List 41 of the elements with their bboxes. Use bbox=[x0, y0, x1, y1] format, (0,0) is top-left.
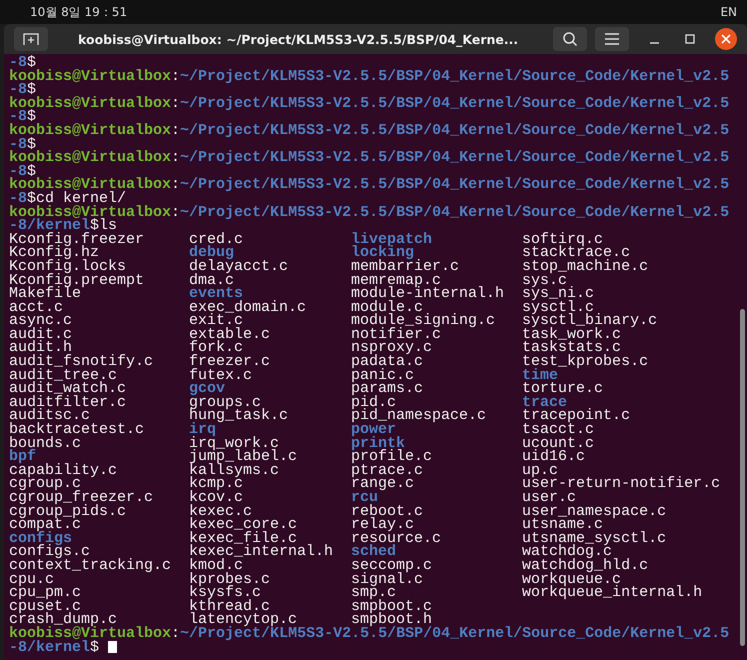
prompt-line: -8/kernel$ls bbox=[9, 219, 118, 233]
prompt-line: -8/kernel$ bbox=[9, 640, 100, 654]
file-name: Kconfig.freezer bbox=[9, 230, 144, 248]
prompt-line: koobiss@Virtualbox:~/Project/KLM5S3-V2.5.5/BSP/04_Kernel/Source_Code/Kernel_v2.5 bbox=[9, 626, 730, 641]
scrollbar-thumb[interactable] bbox=[740, 309, 745, 646]
new-tab-icon bbox=[23, 32, 39, 46]
prompt-line: koobiss@Virtualbox:~/Project/KLM5S3-V2.5.5/BSP/04_Kernel/Source_Code/Kernel_v2.5 bbox=[9, 96, 730, 110]
prompt-line: koobiss@Virtualbox:~/Project/KLM5S3-V2.5.5/BSP/04_Kernel/Source_Code/Kernel_v2.5 bbox=[9, 206, 730, 220]
text-cursor bbox=[108, 641, 118, 654]
prompt-line: koobiss@Virtualbox:~/Project/KLM5S3-V2.5.5/BSP/04_Kernel/Source_Code/Kernel_v2.5 bbox=[9, 151, 730, 165]
menu-icon bbox=[605, 33, 619, 45]
clock[interactable]: 10월 8일 19：51 bbox=[30, 4, 128, 20]
close-icon bbox=[721, 34, 731, 44]
menu-button[interactable] bbox=[595, 27, 629, 51]
prompt-line: -8$cd kernel/ bbox=[9, 192, 126, 206]
close-button[interactable] bbox=[715, 28, 737, 50]
prompt-line: koobiss@Virtualbox:~/Project/KLM5S3-V2.5.5/BSP/04_Kernel/Source_Code/Kernel_v2.5 bbox=[9, 178, 730, 192]
prompt-line: -8$ bbox=[9, 56, 36, 70]
file-name: capability.c bbox=[9, 462, 118, 479]
minimize-icon bbox=[650, 42, 658, 44]
input-method-indicator[interactable]: EN bbox=[720, 5, 737, 19]
new-tab-button[interactable] bbox=[14, 27, 48, 51]
prompt-line: -8$ bbox=[9, 138, 36, 152]
window-title: koobiss@Virtualbox: ~/Project/KLM5S3-V2.5.5/BSP/04_Kerne... bbox=[77, 32, 520, 46]
file-name: notifier.c bbox=[351, 326, 442, 343]
file-name: smpboot.c bbox=[351, 598, 432, 615]
prompt-line: -8$ bbox=[9, 110, 36, 124]
file-name: sysctl.c bbox=[522, 298, 594, 316]
maximize-icon bbox=[685, 34, 695, 44]
file-name: softirq.c bbox=[522, 230, 604, 248]
file-name: torture.c bbox=[522, 380, 604, 398]
prompt-line: koobiss@Virtualbox:~/Project/KLM5S3-V2.5.5/BSP/04_Kernel/Source_Code/Kernel_v2.5 bbox=[9, 70, 730, 84]
directory-name: livepatch bbox=[351, 230, 432, 248]
search-button[interactable] bbox=[553, 27, 587, 51]
prompt-line: -8$ bbox=[9, 83, 36, 97]
prompt-line: koobiss@Virtualbox:~/Project/KLM5S3-V2.5.5/BSP/04_Kernel/Source_Code/Kernel_v2.5 bbox=[9, 124, 730, 138]
file-name: relay.c bbox=[351, 516, 414, 534]
search-icon bbox=[562, 31, 578, 47]
prompt-line: -8$ bbox=[9, 164, 36, 178]
file-name: kprobes.c bbox=[189, 570, 270, 588]
file-name: stop_machine.c bbox=[522, 258, 648, 275]
